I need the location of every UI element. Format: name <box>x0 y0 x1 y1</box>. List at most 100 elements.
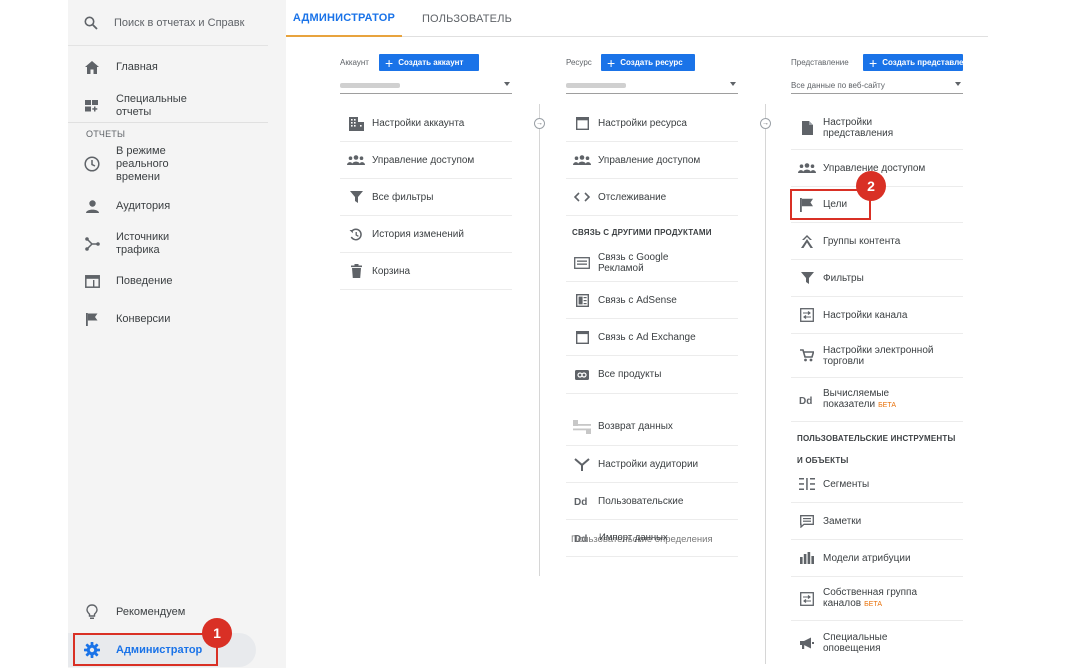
account-access-row[interactable]: Управление доступом <box>340 142 512 179</box>
search-box[interactable]: Поиск в отчетах и Справк <box>68 0 268 46</box>
nav-recommend[interactable]: Рекомендуем <box>68 602 268 622</box>
audience-icon <box>566 457 598 471</box>
nav-realtime[interactable]: В режиме реального времени <box>68 144 268 184</box>
property-access-row[interactable]: Управление доступом <box>566 142 738 179</box>
audience-settings-row[interactable]: Настройки аудитории <box>566 446 738 483</box>
column-divider-1 <box>539 104 540 576</box>
gear-icon <box>68 642 116 658</box>
people-icon <box>566 155 598 165</box>
cart-icon <box>791 349 823 362</box>
trash-icon <box>340 264 372 278</box>
arrow-right-icon[interactable]: → <box>760 118 771 129</box>
lightbulb-icon <box>68 604 116 620</box>
window-icon <box>566 117 598 130</box>
nav-custom-reports-label: Специальные отчеты <box>116 93 187 118</box>
create-view-label: Создать представление <box>882 58 963 67</box>
nav-audience[interactable]: Аудитория <box>68 196 268 216</box>
account-label: Аккаунт <box>340 58 369 67</box>
create-property-button[interactable]: + Создать ресурс <box>601 54 695 71</box>
arrow-right-icon[interactable]: → <box>534 118 545 129</box>
tab-admin[interactable]: АДМИНИСТРАТОР <box>286 0 402 37</box>
property-settings-row[interactable]: Настройки ресурса <box>566 106 738 142</box>
tab-user[interactable]: ПОЛЬЗОВАТЕЛЬ <box>410 0 524 37</box>
beta-badge: БЕТА <box>878 402 897 409</box>
custom-reports-icon <box>68 100 116 112</box>
data-return-row[interactable]: Возврат данных <box>566 408 738 446</box>
flag-icon <box>68 312 116 326</box>
nav-conversions[interactable]: Конверсии <box>68 309 268 329</box>
account-filters-row[interactable]: Все фильтры <box>340 179 512 216</box>
property-tracking-row[interactable]: Отслеживание <box>566 179 738 216</box>
dd-icon: Dd <box>566 496 598 506</box>
flag-icon <box>791 197 823 212</box>
view-filters-label: Фильтры <box>823 272 864 284</box>
custom-alerts-label: Специальные оповещения <box>823 632 888 654</box>
notes-row[interactable]: Заметки <box>791 503 963 540</box>
segments-label: Сегменты <box>823 478 870 490</box>
bars-icon <box>791 552 823 564</box>
data-return-label: Возврат данных <box>598 421 673 432</box>
people-icon <box>340 155 372 165</box>
plus-icon: + <box>607 54 616 71</box>
property-settings-label: Настройки ресурса <box>598 118 687 129</box>
create-account-button[interactable]: + Создать аккаунт <box>379 54 479 71</box>
calculated-metrics-text: Вычисляемые показатели БЕТА <box>823 388 923 411</box>
custom-definitions-row[interactable]: Dd Пользовательские <box>566 483 738 520</box>
account-trash-row[interactable]: Корзина <box>340 253 512 290</box>
link-all-products-row[interactable]: Все продукты <box>566 356 738 394</box>
doc-icon <box>791 120 823 135</box>
admin-tabs: АДМИНИСТРАТОР ПОЛЬЗОВАТЕЛЬ <box>286 0 988 37</box>
building-icon <box>340 116 372 131</box>
account-settings-row[interactable]: Настройки аккаунта <box>340 106 512 142</box>
channel-settings-row[interactable]: Настройки канала <box>791 297 963 334</box>
custom-definitions-label: Пользовательские <box>598 495 684 507</box>
nav-acquisition[interactable]: Источники трафика <box>68 230 268 258</box>
nav-custom-reports[interactable]: Специальные отчеты <box>68 92 268 120</box>
property-access-label: Управление доступом <box>598 154 701 166</box>
dd-icon: Dd <box>791 395 823 405</box>
adsense-icon <box>566 293 598 307</box>
beta-badge: БЕТА <box>864 601 883 608</box>
nav-home[interactable]: Главная <box>68 57 268 77</box>
property-select[interactable] <box>566 78 738 94</box>
attribution-models-row[interactable]: Модели атрибуции <box>791 540 963 577</box>
nav-recommend-label: Рекомендуем <box>116 605 186 618</box>
svg-text:Dd: Dd <box>574 497 587 506</box>
view-settings-label: Настройки представления <box>823 116 894 139</box>
link-all-products-label: Все продукты <box>598 369 662 380</box>
segments-icon <box>791 478 823 490</box>
data-return-icon <box>566 419 598 434</box>
calculated-metrics-row[interactable]: Dd Вычисляемые показатели БЕТА <box>791 378 963 422</box>
behavior-icon <box>68 274 116 288</box>
custom-channel-group-row[interactable]: Собственная группа каналов БЕТА <box>791 577 963 621</box>
account-access-label: Управление доступом <box>372 154 475 166</box>
view-settings-row[interactable]: Настройки представления <box>791 106 963 150</box>
channel-settings-label: Настройки канала <box>823 309 908 321</box>
create-view-button[interactable]: + Создать представление <box>863 54 963 71</box>
adx-icon <box>566 330 598 344</box>
link-adx-row[interactable]: Связь с Ad Exchange <box>566 319 738 356</box>
tools-group-title-1: ПОЛЬЗОВАТЕЛЬСКИЕ ИНСТРУМЕНТЫ <box>797 434 956 443</box>
nav-behavior[interactable]: Поведение <box>68 271 268 291</box>
search-placeholder[interactable]: Поиск в отчетах и Справк <box>114 17 244 29</box>
view-select[interactable]: Все данные по веб-сайту <box>791 78 963 94</box>
content-groups-row[interactable]: Группы контента <box>791 223 963 260</box>
create-account-label: Создать аккаунт <box>398 58 464 67</box>
segments-row[interactable]: Сегменты <box>791 466 963 503</box>
nav-home-label: Главная <box>116 60 158 73</box>
notes-label: Заметки <box>823 515 862 527</box>
account-filters-label: Все фильтры <box>372 191 434 203</box>
custom-alerts-row[interactable]: Специальные оповещения <box>791 621 963 665</box>
column-divider-2 <box>765 104 766 664</box>
megaphone-icon <box>791 637 823 649</box>
nav-behavior-label: Поведение <box>116 274 173 287</box>
history-icon <box>340 228 372 241</box>
filter-icon <box>340 191 372 203</box>
view-filters-row[interactable]: Фильтры <box>791 260 963 297</box>
link-icon <box>566 369 598 380</box>
ecommerce-settings-row[interactable]: Настройки электронной торговли <box>791 334 963 378</box>
account-select[interactable] <box>340 78 512 94</box>
link-google-ads-row[interactable]: Связь с Google Рекламой <box>566 244 738 282</box>
account-history-row[interactable]: История изменений <box>340 216 512 253</box>
link-adsense-row[interactable]: Связь с AdSense <box>566 282 738 319</box>
